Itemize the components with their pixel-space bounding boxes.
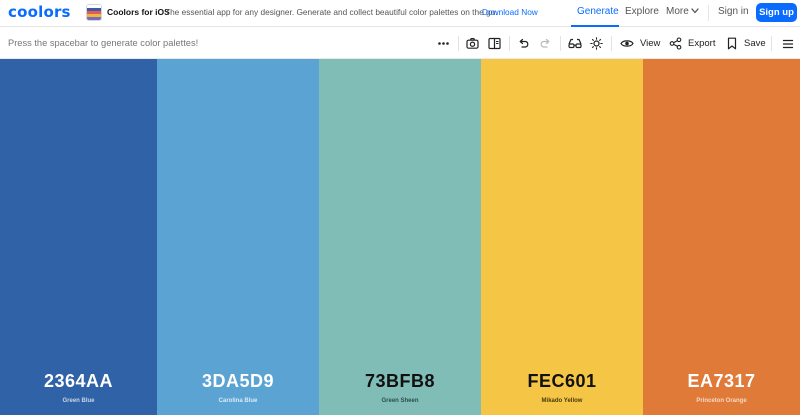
palette-app-icon[interactable] <box>86 4 102 21</box>
swatch-color-name[interactable]: Green Sheen <box>319 398 481 404</box>
download-now-link[interactable]: Download Now <box>482 7 538 17</box>
save-button[interactable]: Save <box>744 38 766 49</box>
nav-more-label: More <box>666 6 689 17</box>
generator-toolbar: Press the spacebar to generate color pal… <box>0 28 800 59</box>
sidebar-panel-icon[interactable] <box>487 36 502 51</box>
promo-text: The essential app for any designer. Gene… <box>165 7 498 17</box>
color-palette: 2364AA Green Blue 3DA5D9 Carolina Blue 7… <box>0 59 800 415</box>
toolbar-divider <box>560 36 561 51</box>
swatch-hex-code[interactable]: FEC601 <box>481 371 643 392</box>
toolbar-divider <box>509 36 510 51</box>
color-swatch-4[interactable]: FEC601 Mikado Yellow <box>481 59 643 415</box>
toolbar-divider <box>458 36 459 51</box>
swatch-hex-code[interactable]: EA7317 <box>643 371 800 392</box>
swatch-color-name[interactable]: Mikado Yellow <box>481 398 643 404</box>
swatch-color-name[interactable]: Carolina Blue <box>157 398 319 404</box>
redo-icon[interactable] <box>538 36 553 51</box>
nav-more[interactable]: More <box>666 6 699 17</box>
view-button[interactable]: View <box>640 38 660 49</box>
swatch-color-name[interactable]: Princeton Orange <box>643 398 800 404</box>
eye-icon[interactable] <box>619 36 634 51</box>
nav-divider <box>708 5 709 21</box>
spacebar-hint: Press the spacebar to generate color pal… <box>8 38 199 48</box>
nav-active-indicator <box>571 25 619 27</box>
color-swatch-3[interactable]: 73BFB8 Green Sheen <box>319 59 481 415</box>
top-navigation-bar: coolors Coolors for iOS The essential ap… <box>0 0 800 27</box>
coolors-logo[interactable]: coolors <box>8 3 71 21</box>
nav-explore[interactable]: Explore <box>625 6 659 17</box>
swatch-hex-code[interactable]: 73BFB8 <box>319 371 481 392</box>
swatch-hex-code[interactable]: 3DA5D9 <box>157 371 319 392</box>
promo-title: Coolors for iOS <box>107 7 170 17</box>
share-icon[interactable] <box>668 36 683 51</box>
brightness-icon[interactable] <box>589 36 604 51</box>
swatch-hex-code[interactable]: 2364AA <box>0 371 157 392</box>
undo-icon[interactable] <box>516 36 531 51</box>
bookmark-icon[interactable] <box>724 36 739 51</box>
chevron-down-icon <box>691 8 699 14</box>
menu-icon[interactable] <box>780 36 795 51</box>
toolbar-divider <box>611 36 612 51</box>
toolbar-divider <box>771 36 772 51</box>
color-swatch-5[interactable]: EA7317 Princeton Orange <box>643 59 800 415</box>
sign-in-link[interactable]: Sign in <box>718 6 749 17</box>
camera-icon[interactable] <box>465 36 480 51</box>
color-swatch-1[interactable]: 2364AA Green Blue <box>0 59 157 415</box>
glasses-icon[interactable] <box>567 36 582 51</box>
swatch-color-name[interactable]: Green Blue <box>0 398 157 404</box>
export-button[interactable]: Export <box>688 38 715 49</box>
color-swatch-2[interactable]: 3DA5D9 Carolina Blue <box>157 59 319 415</box>
nav-generate[interactable]: Generate <box>577 6 619 17</box>
more-dots-icon[interactable] <box>436 36 451 51</box>
sign-up-button[interactable]: Sign up <box>756 3 797 22</box>
